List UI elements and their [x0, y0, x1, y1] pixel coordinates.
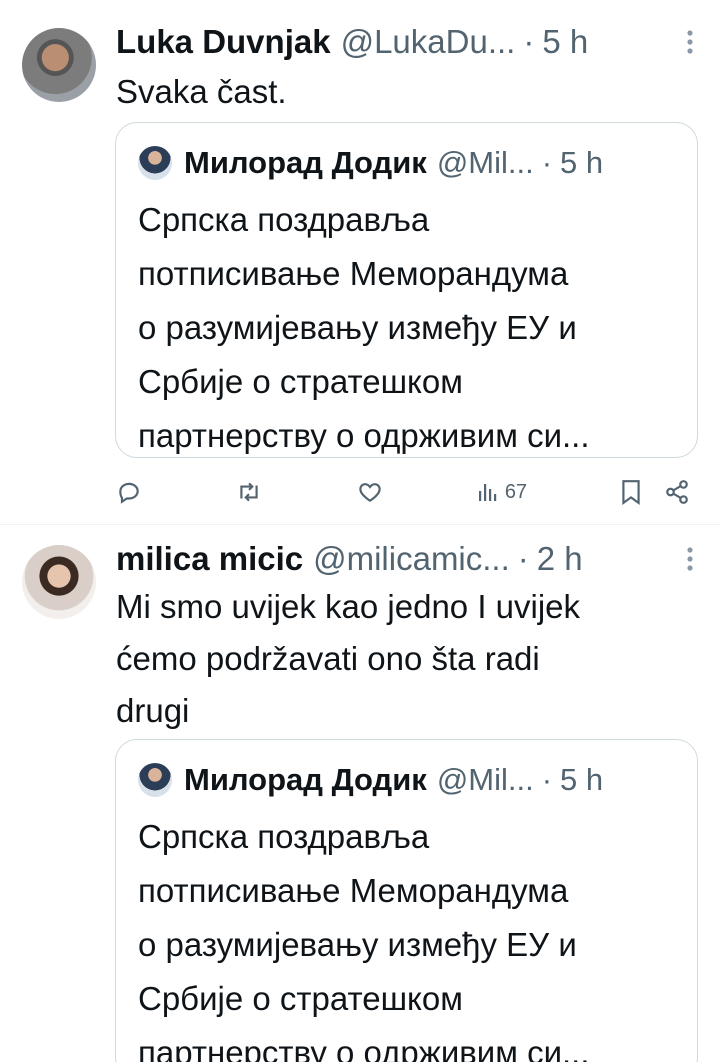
- text-line: потписивање Меморандума: [138, 255, 569, 292]
- tweet-actions-right: [620, 479, 690, 505]
- text-line: о разумијевању између ЕУ и: [138, 309, 577, 346]
- bookmark-button[interactable]: [620, 479, 642, 505]
- share-button[interactable]: [664, 479, 690, 505]
- separator-dot: ·: [523, 23, 535, 60]
- quoted-author-avatar: [138, 146, 172, 180]
- text-line: партнерству о одрживим си...: [138, 1034, 590, 1062]
- views-icon: [478, 484, 497, 501]
- tweet-text: Mi smo uvijek kao jedno I uvijek ćemo po…: [116, 581, 696, 737]
- reply-button[interactable]: [116, 479, 142, 505]
- text-line: потписивање Меморандума: [138, 872, 569, 909]
- quoted-tweet[interactable]: Милорад Додик @Mil... · 5 h Српска поздр…: [115, 739, 698, 1062]
- heart-icon: [359, 483, 381, 502]
- quoted-author-handle: @Mil...: [436, 145, 534, 180]
- text-line: Српска поздравља: [138, 201, 430, 238]
- quoted-tweet[interactable]: Милорад Додик @Mil... · 5 h Српска поздр…: [115, 122, 698, 458]
- separator-dot: ·: [517, 540, 529, 577]
- author-avatar[interactable]: [22, 28, 96, 102]
- tweet-time[interactable]: 2 h: [537, 540, 583, 578]
- author-name[interactable]: milica micic: [116, 540, 303, 578]
- tweet-milica[interactable]: milica micic @milicamic... · 2 h Mi smo …: [0, 525, 720, 1062]
- quoted-tweet-header: Милорад Додик @Mil... · 5 h: [138, 760, 677, 800]
- reply-icon: [119, 482, 139, 504]
- tweet-header: Luka Duvnjak @LukaDu... · 5 h: [116, 20, 700, 64]
- separator-dot: ·: [541, 145, 553, 180]
- tweet-actions: 67: [116, 472, 690, 512]
- quoted-author-handle: @Mil...: [436, 762, 534, 797]
- quoted-author-avatar: [138, 763, 172, 797]
- like-button[interactable]: [356, 479, 384, 505]
- views-button[interactable]: 67: [477, 481, 527, 504]
- tweet-time[interactable]: 5 h: [542, 23, 588, 61]
- more-vertical-icon[interactable]: [680, 29, 700, 55]
- more-vertical-icon[interactable]: [680, 546, 700, 572]
- tweet-luka[interactable]: Luka Duvnjak @LukaDu... · 5 h Svaka čast…: [0, 0, 720, 524]
- text-line: ćemo podržavati ono šta radi: [116, 640, 540, 677]
- text-line: партнерству о одрживим си...: [138, 417, 590, 454]
- author-handle[interactable]: @LukaDu...: [341, 23, 516, 61]
- quoted-tweet-text: Српска поздравља потписивање Меморандума…: [138, 810, 679, 1062]
- quoted-tweet-text: Српска поздравља потписивање Меморандума…: [138, 193, 679, 457]
- tweet-text: Svaka čast.: [116, 73, 287, 110]
- quoted-tweet-time: 5 h: [560, 145, 604, 180]
- quoted-tweet-time: 5 h: [560, 762, 604, 797]
- bookmark-icon: [622, 480, 640, 505]
- text-line: Српска поздравља: [138, 818, 430, 855]
- text-line: Mi smo uvijek kao jedno I uvijek: [116, 588, 581, 625]
- retweet-button[interactable]: [235, 479, 263, 505]
- author-handle[interactable]: @milicamic...: [313, 540, 510, 578]
- text-line: о разумијевању између ЕУ и: [138, 926, 577, 963]
- quoted-author-name: Милорад Додик: [184, 762, 427, 797]
- text-line: drugi: [116, 692, 190, 729]
- separator-dot: ·: [541, 762, 553, 797]
- author-avatar[interactable]: [22, 545, 96, 619]
- quoted-tweet-header: Милорад Додик @Mil... · 5 h: [138, 143, 677, 183]
- quoted-author-name: Милорад Додик: [184, 145, 427, 180]
- retweet-icon: [240, 482, 258, 502]
- text-line: Србије о стратешком: [138, 980, 463, 1017]
- share-icon: [666, 480, 688, 504]
- views-count: 67: [504, 480, 528, 503]
- tweet-header: milica micic @milicamic... · 2 h: [116, 537, 700, 581]
- author-name[interactable]: Luka Duvnjak: [116, 23, 331, 61]
- tweet-feed: Luka Duvnjak @LukaDu... · 5 h Svaka čast…: [0, 0, 720, 1062]
- text-line: Србије о стратешком: [138, 363, 463, 400]
